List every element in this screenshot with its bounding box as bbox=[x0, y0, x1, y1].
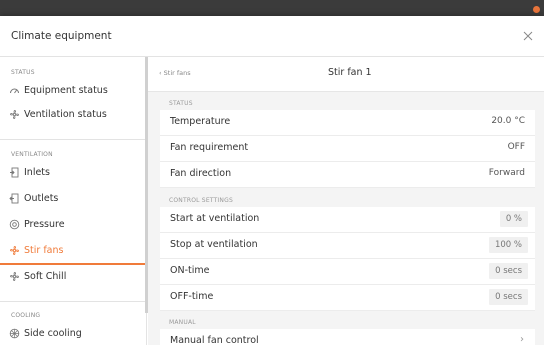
sidebar-item-label: Ventilation status bbox=[24, 109, 107, 120]
off-time-field[interactable]: 0 secs bbox=[489, 289, 528, 305]
sidebar-section-cooling: COOLING bbox=[11, 312, 41, 319]
on-time-field[interactable]: 0 secs bbox=[489, 263, 528, 279]
outlet-icon bbox=[9, 193, 19, 204]
sidebar-item-pressure[interactable]: Pressure bbox=[0, 213, 145, 237]
side-cooling-icon bbox=[9, 328, 20, 339]
main-panel: ‹ Stir fans Stir fan 1 STATUS Temperatur… bbox=[148, 57, 544, 345]
page-title: Stir fan 1 bbox=[328, 67, 372, 78]
sidebar-item-inlets[interactable]: Inlets bbox=[0, 161, 145, 185]
sidebar-item-label: Pressure bbox=[24, 219, 65, 230]
row-label: Temperature bbox=[170, 116, 231, 127]
sidebar-divider bbox=[0, 301, 145, 302]
start-at-ventilation-row[interactable]: Start at ventilation 0 % bbox=[160, 207, 535, 233]
row-value: Forward bbox=[488, 168, 525, 178]
sidebar-divider bbox=[0, 139, 145, 140]
manual-fan-control-row[interactable]: Manual fan control › bbox=[160, 329, 535, 345]
status-section-heading: STATUS bbox=[169, 100, 193, 107]
row-label: ON-time bbox=[170, 265, 210, 276]
climate-equipment-dialog: Climate equipment STATUS Equipment statu… bbox=[0, 16, 544, 345]
sidebar-item-equipment-status[interactable]: Equipment status bbox=[0, 79, 145, 103]
sidebar: STATUS Equipment status Ventilation stat… bbox=[0, 57, 147, 345]
sidebar-item-label: Stir fans bbox=[24, 245, 64, 256]
fan-requirement-row: Fan requirement OFF bbox=[160, 136, 535, 162]
close-icon bbox=[523, 31, 533, 41]
control-settings-heading: CONTROL SETTINGS bbox=[169, 197, 233, 204]
off-time-row[interactable]: OFF-time 0 secs bbox=[160, 285, 535, 311]
temperature-row: Temperature 20.0 °C bbox=[160, 110, 535, 136]
fan-status-icon bbox=[10, 110, 19, 119]
row-label: Fan requirement bbox=[170, 142, 249, 153]
soft-chill-icon bbox=[10, 272, 19, 281]
sidebar-item-label: Outlets bbox=[24, 193, 59, 204]
sidebar-item-side-cooling[interactable]: Side cooling bbox=[0, 322, 145, 345]
sidebar-section-ventilation: VENTILATION bbox=[11, 151, 53, 158]
dialog-title: Climate equipment bbox=[11, 30, 112, 42]
back-link[interactable]: ‹ Stir fans bbox=[159, 69, 191, 77]
manual-section-heading: MANUAL bbox=[169, 319, 196, 326]
sidebar-item-label: Equipment status bbox=[24, 85, 108, 96]
stir-fan-icon bbox=[10, 246, 19, 255]
row-label: Start at ventilation bbox=[170, 213, 260, 224]
breadcrumb-bar: ‹ Stir fans Stir fan 1 bbox=[148, 57, 544, 92]
start-at-ventilation-field[interactable]: 0 % bbox=[499, 211, 528, 227]
row-label: Manual fan control bbox=[170, 335, 259, 345]
close-button[interactable] bbox=[521, 28, 535, 42]
on-time-row[interactable]: ON-time 0 secs bbox=[160, 259, 535, 285]
stop-at-ventilation-field[interactable]: 100 % bbox=[488, 237, 528, 253]
row-label: Stop at ventilation bbox=[170, 239, 258, 250]
pressure-icon bbox=[9, 219, 20, 230]
gauge-icon bbox=[10, 88, 19, 94]
fan-direction-row: Fan direction Forward bbox=[160, 162, 535, 188]
row-value: 20.0 °C bbox=[491, 116, 525, 126]
sidebar-item-outlets[interactable]: Outlets bbox=[0, 187, 145, 211]
sidebar-item-ventilation-status[interactable]: Ventilation status bbox=[0, 103, 145, 127]
sidebar-item-label: Inlets bbox=[24, 167, 50, 178]
inlet-icon bbox=[10, 167, 19, 178]
sidebar-item-stir-fans[interactable]: Stir fans bbox=[0, 239, 145, 265]
row-value: OFF bbox=[507, 142, 525, 152]
notification-dot bbox=[533, 6, 540, 13]
sidebar-item-label: Side cooling bbox=[24, 328, 82, 339]
chevron-right-icon: › bbox=[520, 334, 524, 345]
dialog-header: Climate equipment bbox=[0, 16, 544, 57]
row-label: OFF-time bbox=[170, 291, 214, 302]
row-label: Fan direction bbox=[170, 168, 232, 179]
sidebar-item-soft-chill[interactable]: Soft Chill bbox=[0, 265, 145, 289]
sidebar-section-status: STATUS bbox=[11, 69, 35, 76]
stop-at-ventilation-row[interactable]: Stop at ventilation 100 % bbox=[160, 233, 535, 259]
sidebar-item-label: Soft Chill bbox=[24, 271, 67, 282]
